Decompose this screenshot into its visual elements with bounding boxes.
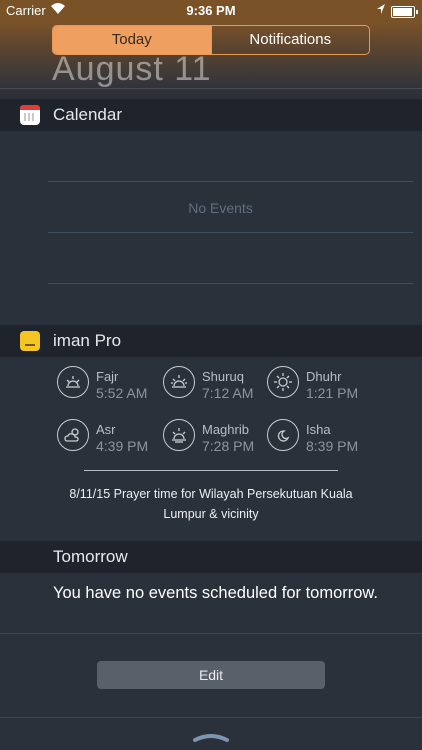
header-divider (0, 88, 422, 89)
calendar-grid-line (48, 283, 413, 284)
prayer-time: 5:52 AM (96, 385, 148, 401)
tomorrow-section-header: Tomorrow (0, 541, 422, 573)
calendar-grid-line (48, 181, 413, 182)
tomorrow-title: Tomorrow (53, 547, 128, 566)
prayer-item-asr[interactable]: Asr 4:39 PM (57, 419, 167, 459)
prayer-item-shuruq[interactable]: Shuruq 7:12 AM (163, 366, 273, 406)
calendar-grid-line (48, 232, 413, 233)
date-heading: August 11 (52, 50, 212, 88)
prayer-item-dhuhr[interactable]: Dhuhr 1:21 PM (267, 366, 377, 406)
prayer-name: Isha (306, 422, 331, 437)
section-divider (0, 633, 422, 634)
status-bar: Carrier 9:36 PM (0, 0, 422, 22)
prayer-name: Asr (96, 422, 116, 437)
shuruq-sunrise-icon (163, 366, 195, 398)
status-time: 9:36 PM (186, 3, 236, 18)
prayer-item-isha[interactable]: Isha 8:39 PM (267, 419, 377, 459)
edit-button[interactable]: Edit (97, 661, 325, 689)
calendar-title: Calendar (53, 105, 122, 124)
fajr-sunrise-icon (57, 366, 89, 398)
calendar-app-icon (20, 105, 40, 125)
notification-center-header: August 11 Today Notifications (0, 22, 422, 100)
segmented-control: Today Notifications (52, 25, 370, 55)
section-divider (0, 717, 422, 718)
no-events-label: No Events (188, 200, 253, 216)
grabber-handle-icon[interactable] (193, 729, 229, 742)
prayer-time: 1:21 PM (306, 385, 359, 401)
iman-section-header[interactable]: iman Pro (0, 325, 422, 357)
iman-title: iman Pro (53, 331, 122, 350)
location-arrow-icon (376, 3, 386, 18)
prayer-name: Shuruq (202, 369, 244, 384)
prayer-time: 7:12 AM (202, 385, 254, 401)
tab-notifications[interactable]: Notifications (210, 26, 370, 54)
prayer-divider (84, 470, 338, 471)
prayer-name: Fajr (96, 369, 119, 384)
prayer-time: 8:39 PM (306, 438, 359, 454)
prayer-item-fajr[interactable]: Fajr 5:52 AM (57, 366, 167, 406)
asr-cloud-sun-icon (57, 419, 89, 451)
prayer-time: 4:39 PM (96, 438, 149, 454)
dhuhr-sun-icon (267, 366, 299, 398)
prayer-location-caption: 8/11/15 Prayer time for Wilayah Persekut… (69, 487, 353, 521)
iman-app-icon (20, 331, 40, 351)
tab-today[interactable]: Today (53, 26, 211, 54)
prayer-name: Dhuhr (306, 369, 342, 384)
prayer-item-maghrib[interactable]: Maghrib 7:28 PM (163, 419, 273, 459)
battery-icon (391, 6, 418, 18)
prayer-name: Maghrib (202, 422, 249, 437)
maghrib-sunset-icon (163, 419, 195, 451)
isha-moon-icon (267, 419, 299, 451)
calendar-section-header[interactable]: Calendar (0, 99, 422, 131)
tomorrow-summary: You have no events scheduled for tomorro… (53, 584, 379, 602)
prayer-time: 7:28 PM (202, 438, 255, 454)
